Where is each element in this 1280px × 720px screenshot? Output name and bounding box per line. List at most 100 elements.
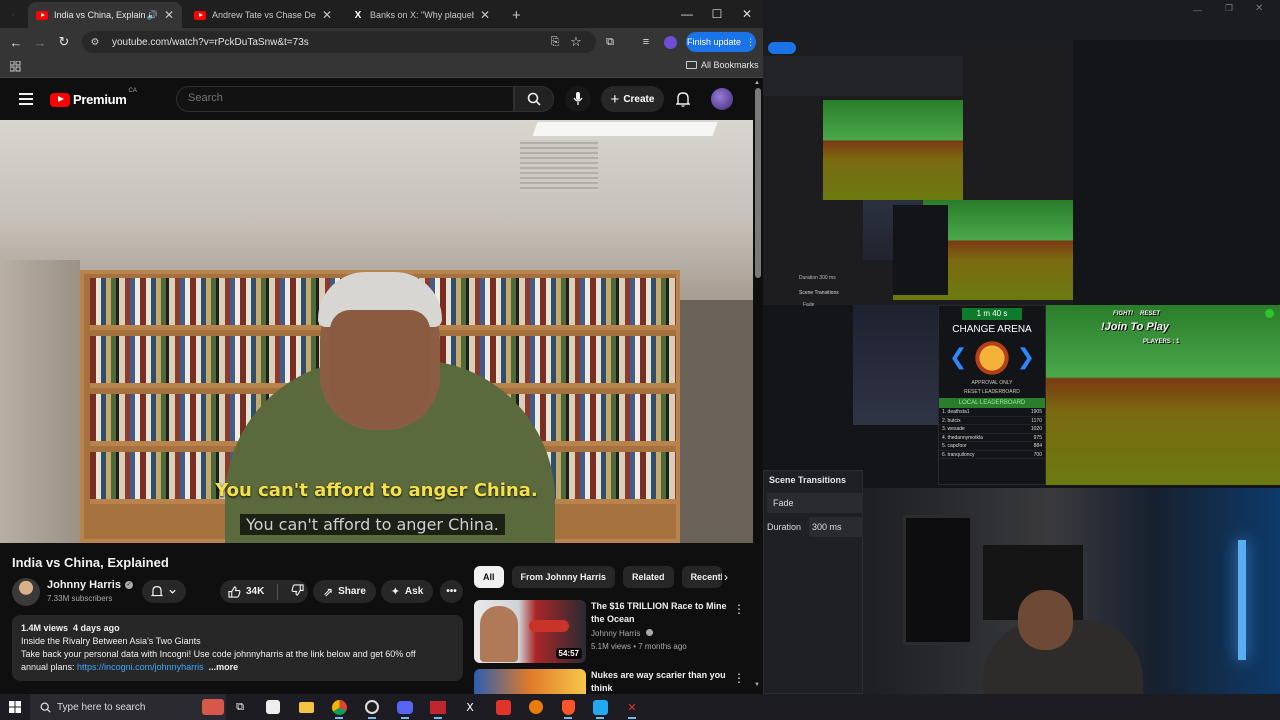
install-app-icon[interactable]: ⎘ xyxy=(547,34,563,50)
tab-title: Banks on X: "Why plaqueboymax xyxy=(370,10,474,20)
leaderboard-score: 1905 xyxy=(1030,409,1042,415)
close-icon[interactable]: ✕ xyxy=(480,8,490,22)
video-frame-speaker-face xyxy=(330,310,430,430)
room-door xyxy=(903,515,973,645)
reload-icon[interactable]: ↻ xyxy=(56,34,72,50)
search-box[interactable] xyxy=(176,86,514,112)
bell-icon xyxy=(151,586,163,597)
site-info-icon[interactable]: ⚙ xyxy=(88,35,102,49)
profile-icon[interactable] xyxy=(662,34,678,50)
bg-close-icon[interactable]: ✕ xyxy=(1255,3,1263,14)
finish-update-button[interactable]: Finish update ⋮ xyxy=(686,32,756,52)
bg-minimize-icon[interactable]: — xyxy=(1193,5,1202,15)
menu-icon[interactable] xyxy=(19,93,33,105)
more-actions-button[interactable]: ••• xyxy=(440,580,463,603)
blender-icon[interactable] xyxy=(526,697,546,717)
app-icon[interactable] xyxy=(263,697,283,717)
app-icon[interactable]: Ⅹ xyxy=(460,697,480,717)
notifications-button[interactable] xyxy=(673,89,693,109)
chip-related[interactable]: Related xyxy=(623,566,674,588)
duration-label: Duration xyxy=(767,522,802,532)
app-icon[interactable] xyxy=(428,697,448,719)
finish-update-label: Finish update xyxy=(686,37,742,47)
omnibox[interactable]: ⚙ youtube.com/watch?v=rPckDuTaSnw&t=73s xyxy=(82,31,596,53)
description-box[interactable]: 1.4M views 4 days ago Inside the Rivalry… xyxy=(12,615,463,681)
nested-duration-value: 300 ms xyxy=(819,275,836,281)
maximize-icon[interactable]: ☐ xyxy=(702,0,732,28)
start-button[interactable] xyxy=(0,694,30,720)
scroll-down-icon[interactable]: ▼ xyxy=(754,682,760,688)
tab-search-button[interactable] xyxy=(4,2,22,28)
channel-name[interactable]: Johnny Harris ✓ xyxy=(47,579,133,591)
task-view-icon[interactable]: ⧉ xyxy=(230,697,250,717)
youtube-play-icon xyxy=(50,92,70,107)
share-button[interactable]: ⇗ Share xyxy=(313,580,376,603)
chip-recently[interactable]: Recently xyxy=(681,566,722,588)
search-button[interactable] xyxy=(514,86,554,112)
more-vert-icon[interactable]: ⋮ xyxy=(733,671,744,685)
vscode-icon[interactable] xyxy=(590,697,610,719)
forward-icon[interactable]: → xyxy=(32,34,48,50)
dislike-button[interactable] xyxy=(291,584,304,599)
recommendation-title[interactable]: Nukes are way scarier than you think xyxy=(591,669,731,694)
players-count: PLAYERS : 1 xyxy=(1143,339,1180,345)
recommendation-channel[interactable]: Johnny Harris xyxy=(591,629,653,638)
tab-india-vs-china[interactable]: India vs China, Explained - Yo 🔊 ✕ xyxy=(28,2,182,28)
video-thumbnail[interactable]: 54:57 xyxy=(474,600,586,663)
tab-andrew-tate[interactable]: Andrew Tate vs Chase DeMoor ✕ xyxy=(186,2,340,28)
close-icon[interactable]: ✕ xyxy=(322,8,332,22)
ask-button[interactable]: ✦ Ask xyxy=(381,580,433,603)
minimize-icon[interactable]: — xyxy=(672,0,702,28)
region-code: CA xyxy=(128,88,137,94)
more-button[interactable]: ...more xyxy=(209,662,239,672)
bookmark-star-icon[interactable]: ☆ xyxy=(568,34,584,50)
chip-from-channel[interactable]: From Johnny Harris xyxy=(511,566,616,588)
share-label: Share xyxy=(338,586,366,597)
create-button[interactable]: + Create xyxy=(601,86,664,112)
close-window-icon[interactable]: ✕ xyxy=(732,0,762,28)
new-tab-button[interactable]: + xyxy=(504,2,524,28)
all-bookmarks-label: All Bookmarks xyxy=(701,60,759,70)
channel-avatar[interactable] xyxy=(12,578,40,606)
youtube-logo[interactable]: Premium CA xyxy=(50,88,137,107)
apps-grid-icon[interactable] xyxy=(10,61,21,72)
recommendation-item[interactable]: Nukes are way scarier than you think ⋮ xyxy=(474,669,744,694)
more-vert-icon[interactable]: ⋮ xyxy=(733,602,745,616)
recommendation-title[interactable]: The $16 TRILLION Race to Mine the Ocean xyxy=(591,600,731,626)
extensions-icon[interactable]: ⧉ xyxy=(602,34,618,50)
app-icon[interactable]: ✕ xyxy=(622,697,642,719)
speaker-icon[interactable]: 🔊 xyxy=(147,10,158,21)
youtube-icon xyxy=(36,9,48,21)
url-text[interactable]: youtube.com/watch?v=rPckDuTaSnw&t=73s xyxy=(112,37,309,48)
bg-maximize-icon[interactable]: ❐ xyxy=(1225,3,1233,14)
tab-banks-on-x[interactable]: X Banks on X: "Why plaqueboymax ✕ xyxy=(344,2,498,28)
taskbar-search-box[interactable]: Type here to search xyxy=(30,694,226,720)
app-icon[interactable] xyxy=(362,697,382,719)
search-input[interactable] xyxy=(188,92,488,104)
subscribed-bell-button[interactable] xyxy=(142,580,186,603)
back-icon[interactable]: ← xyxy=(8,34,24,50)
close-icon[interactable]: ✕ xyxy=(164,8,174,22)
chevron-right-icon[interactable]: › xyxy=(718,569,734,585)
like-button[interactable]: 34K xyxy=(228,585,264,598)
app-icon[interactable] xyxy=(493,697,513,717)
tab-title: Andrew Tate vs Chase DeMoor xyxy=(212,10,316,20)
page-scrollbar[interactable]: ▲ ▼ xyxy=(753,78,763,694)
recommendation-item[interactable]: 54:57 The $16 TRILLION Race to Mine the … xyxy=(474,600,745,666)
video-duration: 54:57 xyxy=(555,648,582,659)
all-bookmarks-button[interactable]: All Bookmarks xyxy=(686,60,759,70)
sponsor-link[interactable]: https://incogni.com/johnnyharris xyxy=(77,662,204,672)
video-thumbnail[interactable] xyxy=(474,669,586,694)
description-meta: 1.4M views 4 days ago xyxy=(21,622,454,635)
chip-all[interactable]: All xyxy=(474,566,504,588)
brave-icon[interactable] xyxy=(558,697,578,719)
file-explorer-icon[interactable] xyxy=(296,697,316,717)
account-avatar[interactable] xyxy=(711,88,733,110)
video-player[interactable]: You can't afford to anger China. You can… xyxy=(0,120,753,543)
scroll-up-icon[interactable]: ▲ xyxy=(754,80,760,86)
media-controls-icon[interactable]: ≡ xyxy=(638,34,654,50)
chrome-icon[interactable] xyxy=(329,697,349,719)
scrollbar-thumb[interactable] xyxy=(755,88,761,278)
voice-search-button[interactable] xyxy=(565,86,591,112)
discord-icon[interactable] xyxy=(395,697,415,719)
